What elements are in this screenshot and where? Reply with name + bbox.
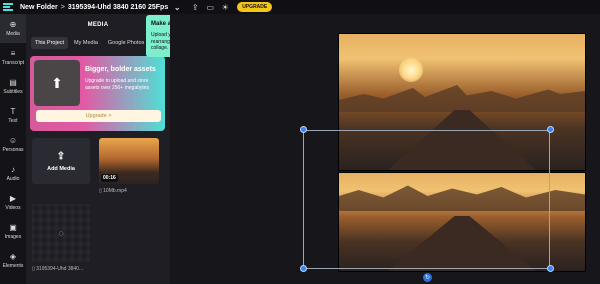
nav-label: Audio: [6, 176, 20, 182]
upgrade-button[interactable]: UPGRADE: [237, 2, 273, 12]
selection-frame[interactable]: [303, 130, 550, 269]
loading-spinner-icon: ◌: [58, 228, 64, 238]
nav-item-subtitles[interactable]: ▤ Subtitles: [0, 72, 26, 101]
upgrade-promo-card: ⬆ Bigger, bolder assets Upgrade to uploa…: [30, 56, 165, 131]
loading-filename: ▯ 3195394-Uhd 3840...: [32, 266, 84, 272]
app-logo-icon[interactable]: [0, 0, 16, 14]
resize-handle-top-right[interactable]: [547, 126, 554, 133]
nav-item-media[interactable]: ⊕ Media: [0, 14, 26, 43]
resize-handle-bottom-right[interactable]: [547, 265, 554, 272]
resize-handle-top-left[interactable]: [300, 126, 307, 133]
skyline: [339, 85, 585, 112]
audio-icon: ♪: [11, 165, 15, 174]
chevron-down-icon[interactable]: ⌄: [171, 1, 183, 13]
media-duration: 00:16: [101, 174, 118, 182]
promo-body: Upgrade to upload and store assets over …: [85, 78, 150, 91]
breadcrumb-folder[interactable]: New Folder: [20, 4, 58, 11]
nav-label: Media: [6, 31, 20, 37]
breadcrumb: New Folder > 3195394-Uhd 3840 2160 25Fps…: [16, 1, 183, 13]
top-bar: New Folder > 3195394-Uhd 3840 2160 25Fps…: [0, 0, 600, 14]
loading-media-tile: ◌: [32, 204, 90, 262]
nav-label: Images: [4, 234, 22, 240]
tab-google-photos[interactable]: Google Photos: [104, 37, 148, 49]
subtitles-icon: ▤: [9, 78, 17, 87]
lightbulb-icon[interactable]: ☀: [219, 1, 231, 13]
tab-my-media[interactable]: My Media: [70, 37, 102, 49]
transcript-icon: ≡: [10, 49, 16, 58]
upload-arrow-icon: ⬆: [34, 60, 80, 106]
nav-label: Text: [8, 118, 18, 124]
resize-handle-bottom-left[interactable]: [300, 265, 307, 272]
tab-this-project[interactable]: This Project: [31, 37, 69, 49]
media-icon: ⊕: [9, 20, 17, 29]
rotate-handle-icon[interactable]: ↻: [423, 273, 432, 282]
nav-label: Personas: [2, 147, 24, 153]
nav-item-videos[interactable]: ▶ Videos: [0, 188, 26, 217]
nav-label: Elements: [2, 263, 24, 269]
nav-label: Transcript: [1, 60, 25, 66]
sun: [399, 58, 423, 82]
media-filename: ▯ 10Mb.mp4: [99, 188, 127, 194]
nav-item-personas[interactable]: ☺ Personas: [0, 130, 26, 159]
promo-upgrade-button[interactable]: Upgrade >: [36, 110, 161, 122]
nav-item-transcript[interactable]: ≡ Transcript: [0, 43, 26, 72]
nav-item-elements[interactable]: ◈ Elements: [0, 246, 26, 275]
chat-icon[interactable]: ▭: [204, 1, 216, 13]
nav-item-text[interactable]: T Text: [0, 101, 26, 130]
nav-item-images[interactable]: ▣ Images: [0, 217, 26, 246]
media-thumbnail[interactable]: 00:16: [99, 138, 159, 184]
text-icon: T: [10, 107, 16, 116]
nav-label: Videos: [5, 205, 21, 211]
nav-item-audio[interactable]: ♪ Audio: [0, 159, 26, 188]
personas-icon: ☺: [8, 136, 18, 145]
add-media-button[interactable]: ⇪ Add Media: [32, 138, 90, 184]
editor-canvas[interactable]: ↻: [170, 14, 600, 284]
breadcrumb-separator: >: [60, 3, 65, 11]
upload-icon: ⇪: [56, 150, 66, 162]
promo-title: Bigger, bolder assets: [85, 66, 156, 73]
images-icon: ▣: [9, 223, 17, 232]
left-nav: ⊕ Media ≡ Transcript ▤ Subtitles T Text …: [0, 14, 26, 284]
nav-label: Subtitles: [3, 89, 23, 95]
upload-icon[interactable]: ⇪: [189, 1, 201, 13]
add-media-label: Add Media: [47, 165, 75, 172]
elements-icon: ◈: [9, 252, 17, 261]
project-title[interactable]: 3195394-Uhd 3840 2160 25Fps: [68, 4, 168, 11]
videos-icon: ▶: [9, 194, 17, 203]
